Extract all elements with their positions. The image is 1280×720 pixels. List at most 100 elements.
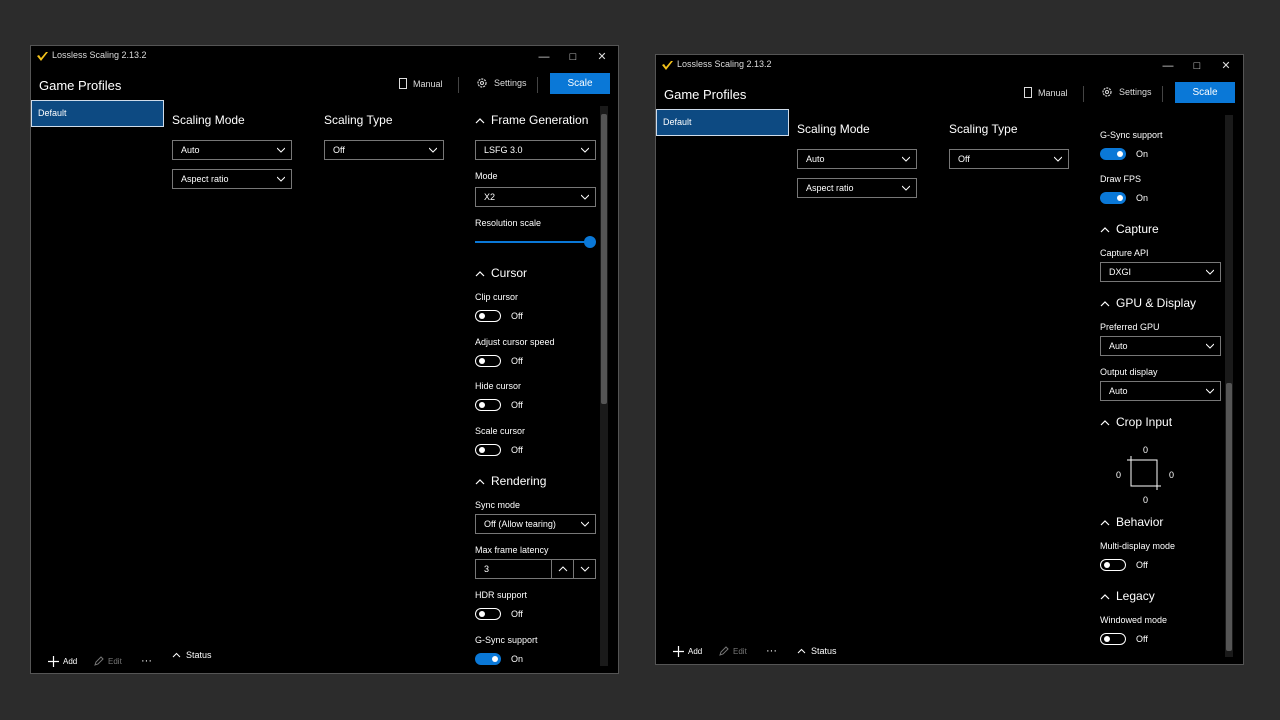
frame-generation-value: LSFG 3.0: [484, 145, 523, 155]
gpu-display-header[interactable]: GPU & Display: [1100, 296, 1196, 310]
legacy-header[interactable]: Legacy: [1100, 589, 1155, 603]
chevron-down-icon: [902, 185, 910, 191]
aspect-ratio-dropdown[interactable]: Aspect ratio: [797, 178, 917, 198]
add-profile-button[interactable]: Add: [48, 656, 77, 667]
multi-display-mode-toggle[interactable]: [1100, 559, 1126, 571]
increment-button[interactable]: [551, 560, 574, 578]
crop-diagram: [1127, 456, 1161, 490]
scrollbar-thumb[interactable]: [601, 114, 607, 404]
sync-mode-value: Off (Allow tearing): [484, 519, 556, 529]
crop-input-title: Crop Input: [1116, 415, 1173, 429]
title-bar: Lossless Scaling 2.13.2 — □ ✕: [31, 46, 618, 68]
chevron-up-icon: [1100, 300, 1110, 306]
more-options-button[interactable]: ···: [766, 645, 777, 657]
gear-icon: [477, 78, 487, 88]
status-toggle[interactable]: Status: [172, 650, 212, 660]
capture-api-dropdown[interactable]: DXGI: [1100, 262, 1221, 282]
minimize-button[interactable]: —: [535, 48, 553, 66]
frame-generation-header[interactable]: Frame Generation: [475, 113, 588, 127]
header-divider: [1162, 86, 1163, 102]
chevron-up-icon: [1100, 226, 1110, 232]
add-profile-button[interactable]: Add: [673, 646, 702, 657]
scale-button[interactable]: Scale: [550, 73, 610, 94]
chevron-down-icon: [581, 521, 589, 527]
resolution-scale-slider[interactable]: [584, 236, 596, 248]
fg-mode-label: Mode: [475, 171, 498, 181]
chevron-down-icon: [581, 147, 589, 153]
crop-right-value[interactable]: 0: [1169, 470, 1174, 480]
rendering-header[interactable]: Rendering: [475, 474, 546, 488]
toggle-knob: [492, 656, 498, 662]
fg-mode-dropdown[interactable]: X2: [475, 187, 596, 207]
multi-display-mode-state: Off: [1136, 560, 1148, 570]
page-title: Game Profiles: [39, 78, 122, 93]
hide-cursor-state: Off: [511, 400, 523, 410]
scaling-mode-dropdown[interactable]: Auto: [797, 149, 917, 169]
manual-button[interactable]: Manual: [1024, 87, 1068, 98]
sidebar-item-default[interactable]: Default: [31, 100, 164, 127]
gpu-display-title: GPU & Display: [1116, 296, 1197, 310]
settings-button[interactable]: Settings: [1101, 86, 1152, 98]
settings-scrollbar[interactable]: [600, 106, 608, 666]
sidebar-item-default[interactable]: Default: [656, 109, 789, 136]
clip-cursor-toggle[interactable]: [475, 310, 501, 322]
scale-cursor-toggle[interactable]: [475, 444, 501, 456]
settings-scrollbar[interactable]: [1225, 115, 1233, 657]
windowed-mode-label: Windowed mode: [1100, 615, 1168, 625]
crop-bottom-value[interactable]: 0: [1143, 495, 1148, 505]
toggle-knob: [479, 447, 485, 453]
settings-button[interactable]: Settings: [476, 77, 527, 89]
edit-label: Edit: [733, 646, 747, 656]
close-button[interactable]: ✕: [1217, 57, 1235, 75]
windowed-mode-toggle[interactable]: [1100, 633, 1126, 645]
aspect-ratio-dropdown[interactable]: Aspect ratio: [172, 169, 292, 189]
toggle-knob: [1117, 195, 1123, 201]
gsync-support-toggle[interactable]: [475, 653, 501, 665]
more-options-button[interactable]: ···: [141, 655, 152, 667]
edit-profile-button[interactable]: Edit: [719, 646, 747, 656]
capture-header[interactable]: Capture: [1100, 222, 1159, 236]
behavior-header[interactable]: Behavior: [1100, 515, 1163, 529]
gsync-support-toggle[interactable]: [1100, 148, 1126, 160]
decrement-button[interactable]: [573, 560, 596, 578]
close-button[interactable]: ✕: [593, 48, 611, 66]
maximize-button[interactable]: □: [564, 48, 582, 66]
minimize-button[interactable]: —: [1159, 57, 1177, 75]
hdr-support-toggle[interactable]: [475, 608, 501, 620]
max-frame-latency-stepper[interactable]: 3: [475, 559, 596, 579]
frame-generation-dropdown[interactable]: LSFG 3.0: [475, 140, 596, 160]
scale-button[interactable]: Scale: [1175, 82, 1235, 103]
max-frame-latency-label: Max frame latency: [475, 545, 549, 555]
output-display-dropdown[interactable]: Auto: [1100, 381, 1221, 401]
draw-fps-label: Draw FPS: [1100, 174, 1142, 184]
behavior-title: Behavior: [1116, 515, 1164, 529]
cursor-title: Cursor: [491, 266, 528, 280]
window-title: Lossless Scaling 2.13.2: [677, 59, 772, 69]
status-toggle[interactable]: Status: [797, 646, 837, 656]
settings-label: Settings: [494, 78, 527, 88]
gsync-support-label: G-Sync support: [475, 635, 538, 645]
preferred-gpu-label: Preferred GPU: [1100, 322, 1160, 332]
multi-display-mode-label: Multi-display mode: [1100, 541, 1176, 551]
capture-api-value: DXGI: [1109, 267, 1132, 277]
crop-input-header[interactable]: Crop Input: [1100, 415, 1172, 429]
scaling-mode-dropdown[interactable]: Auto: [172, 140, 292, 160]
scrollbar-thumb[interactable]: [1226, 383, 1232, 651]
chevron-down-icon: [1054, 156, 1062, 162]
manual-button[interactable]: Manual: [399, 78, 443, 89]
crop-left-value[interactable]: 0: [1116, 470, 1121, 480]
hide-cursor-toggle[interactable]: [475, 399, 501, 411]
sync-mode-dropdown[interactable]: Off (Allow tearing): [475, 514, 596, 534]
scaling-type-dropdown[interactable]: Off: [324, 140, 444, 160]
cursor-header[interactable]: Cursor: [475, 266, 527, 280]
app-window-right: Lossless Scaling 2.13.2 — □ ✕ Game Profi…: [655, 54, 1244, 665]
preferred-gpu-dropdown[interactable]: Auto: [1100, 336, 1221, 356]
scaling-type-dropdown[interactable]: Off: [949, 149, 1069, 169]
edit-profile-button[interactable]: Edit: [94, 656, 122, 666]
hide-cursor-label: Hide cursor: [475, 381, 522, 391]
legacy-title: Legacy: [1116, 589, 1155, 603]
adjust-cursor-speed-toggle[interactable]: [475, 355, 501, 367]
maximize-button[interactable]: □: [1188, 57, 1206, 75]
draw-fps-toggle[interactable]: [1100, 192, 1126, 204]
add-label: Add: [688, 647, 703, 656]
